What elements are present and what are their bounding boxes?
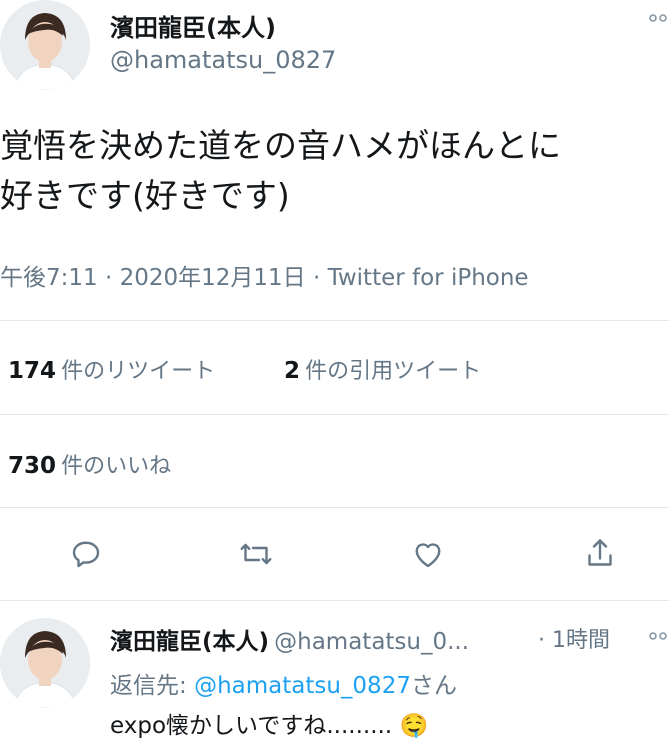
avatar-image: [0, 0, 90, 90]
drooling-face-emoji: 🤤: [399, 713, 429, 739]
reply-text: expo懐かしいですね......... 🤤: [110, 706, 428, 740]
replying-to: 返信先: @hamatatsu_0827さん: [110, 666, 457, 700]
divider: [0, 320, 669, 321]
avatar-image: [0, 618, 90, 708]
reply-button[interactable]: [66, 534, 106, 574]
author-avatar[interactable]: [0, 0, 90, 90]
retweets-stat[interactable]: 174 件のリツイート: [8, 353, 215, 385]
share-icon: [588, 539, 612, 566]
tweet-meta: 午後7:11 · 2020年12月11日 · Twitter for iPhon…: [0, 258, 529, 292]
retweets-count: 174: [8, 358, 57, 384]
replying-to-suffix: さん: [410, 673, 457, 699]
tweet-date[interactable]: 2020年12月11日: [120, 265, 306, 291]
tweet-text-line-2: 好きです(好きです): [0, 176, 290, 215]
reply-more-options-icon[interactable]: [648, 626, 669, 650]
heart-icon: [415, 543, 441, 568]
author-handle[interactable]: @hamatatsu_0827: [110, 46, 336, 74]
tweet-text-line-1: 覚悟を決めた道をの音ハメがほんとに: [0, 126, 561, 165]
comment-icon: [72, 541, 100, 568]
divider: [0, 507, 669, 508]
retweet-button[interactable]: [236, 534, 276, 574]
share-button[interactable]: [580, 534, 620, 574]
likes-label: 件のいいね: [61, 454, 172, 479]
reply-author-avatar[interactable]: [0, 618, 90, 708]
reply-author-handle[interactable]: @hamatatsu_0...: [274, 629, 469, 655]
meta-separator: ·: [104, 265, 113, 291]
reply-author-name[interactable]: 濱田龍臣(本人): [110, 629, 269, 655]
divider: [0, 414, 669, 415]
likes-stat[interactable]: 730 件のいいね: [8, 448, 171, 480]
author-name[interactable]: 濱田龍臣(本人): [110, 8, 276, 43]
reply-text-body: expo懐かしいですね.........: [110, 713, 393, 739]
more-options-icon[interactable]: [648, 8, 669, 34]
reply-time[interactable]: 1時間: [552, 628, 610, 653]
retweets-label: 件のリツイート: [61, 359, 216, 384]
quotes-label: 件の引用ツイート: [305, 359, 482, 384]
quotes-stat[interactable]: 2 件の引用ツイート: [284, 353, 481, 385]
reply-separator: ·: [538, 628, 545, 653]
retweet-icon: [240, 543, 272, 565]
tweet-client[interactable]: Twitter for iPhone: [328, 265, 529, 291]
likes-count: 730: [8, 453, 57, 479]
replying-to-prefix: 返信先:: [110, 673, 187, 699]
reply-header: 濱田龍臣(本人) @hamatatsu_0...: [110, 622, 469, 656]
meta-separator: ·: [312, 265, 321, 291]
like-button[interactable]: [408, 534, 448, 574]
divider: [0, 600, 669, 601]
reply-time-wrap: · 1時間: [538, 622, 610, 654]
quotes-count: 2: [284, 358, 301, 384]
tweet-time[interactable]: 午後7:11: [0, 265, 98, 291]
replying-to-mention[interactable]: @hamatatsu_0827: [194, 673, 411, 699]
